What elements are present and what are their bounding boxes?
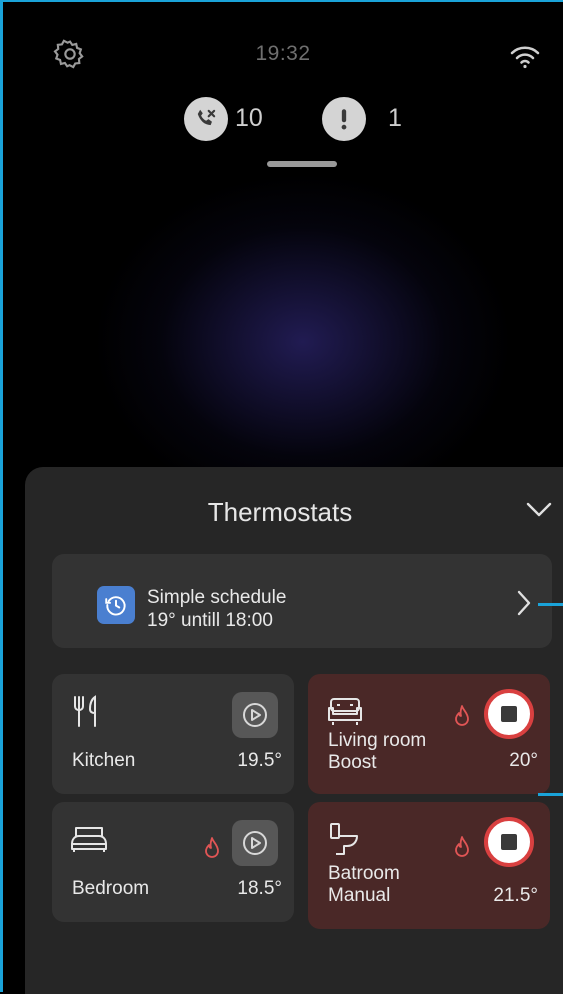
clock: 19:32 xyxy=(255,42,311,65)
chevron-down-icon[interactable] xyxy=(524,497,554,521)
callout-line xyxy=(538,603,563,606)
stop-icon xyxy=(501,834,517,850)
home-screen: 19:32 10 1 Thermostats Simple schedule 1… xyxy=(0,0,563,994)
alert-count: 1 xyxy=(388,104,402,132)
missed-call-count: 10 xyxy=(235,104,263,132)
wifi-icon xyxy=(510,46,540,69)
stop-boost-button[interactable] xyxy=(484,689,534,739)
flame-icon xyxy=(205,837,219,858)
play-schedule-button[interactable] xyxy=(232,692,278,738)
flame-icon xyxy=(455,705,469,726)
fork-knife-icon xyxy=(74,695,96,727)
schedule-icon xyxy=(97,586,135,624)
room-mode: Boost xyxy=(328,752,377,773)
room-temperature: 21.5° xyxy=(493,885,538,906)
pull-down-handle[interactable] xyxy=(267,161,337,167)
play-schedule-button[interactable] xyxy=(232,820,278,866)
flame-icon xyxy=(455,836,469,857)
room-tile-living-room[interactable]: Living room Boost 20° xyxy=(308,674,550,794)
chevron-right-icon[interactable] xyxy=(514,588,534,618)
thermostats-panel: Thermostats Simple schedule 19° untill 1… xyxy=(25,467,563,994)
room-temperature: 19.5° xyxy=(237,750,282,771)
room-name: Bedroom xyxy=(72,878,150,899)
sofa-icon xyxy=(328,698,362,725)
alert-badge[interactable] xyxy=(322,97,366,141)
room-temperature: 18.5° xyxy=(237,878,282,899)
stop-icon xyxy=(501,706,517,722)
room-tile-bedroom[interactable]: Bedroom 18.5° xyxy=(52,802,294,922)
room-temperature: 20° xyxy=(509,750,538,771)
room-name: Kitchen xyxy=(72,750,136,771)
play-icon xyxy=(243,831,267,855)
room-tile-bathroom[interactable]: Batroom Manual 21.5° xyxy=(308,802,550,929)
play-icon xyxy=(243,703,267,727)
schedule-subtitle: 19° untill 18:00 xyxy=(147,610,273,631)
stop-manual-button[interactable] xyxy=(484,817,534,867)
schedule-card[interactable]: Simple schedule 19° untill 18:00 xyxy=(52,554,552,648)
notification-summary[interactable]: 10 1 xyxy=(3,97,563,147)
panel-title: Thermostats xyxy=(207,497,353,527)
bed-icon xyxy=(71,827,107,852)
exclamation-icon xyxy=(341,109,347,130)
status-bar: 19:32 xyxy=(3,2,563,82)
missed-call-badge[interactable] xyxy=(184,97,228,141)
room-mode: Manual xyxy=(328,885,391,906)
room-name: Batroom xyxy=(328,863,400,884)
schedule-title: Simple schedule xyxy=(147,587,287,608)
callout-line xyxy=(538,793,563,796)
room-tile-kitchen[interactable]: Kitchen 19.5° xyxy=(52,674,294,794)
toilet-icon xyxy=(330,823,358,855)
room-name: Living room xyxy=(328,730,427,751)
missed-call-icon xyxy=(197,109,216,126)
